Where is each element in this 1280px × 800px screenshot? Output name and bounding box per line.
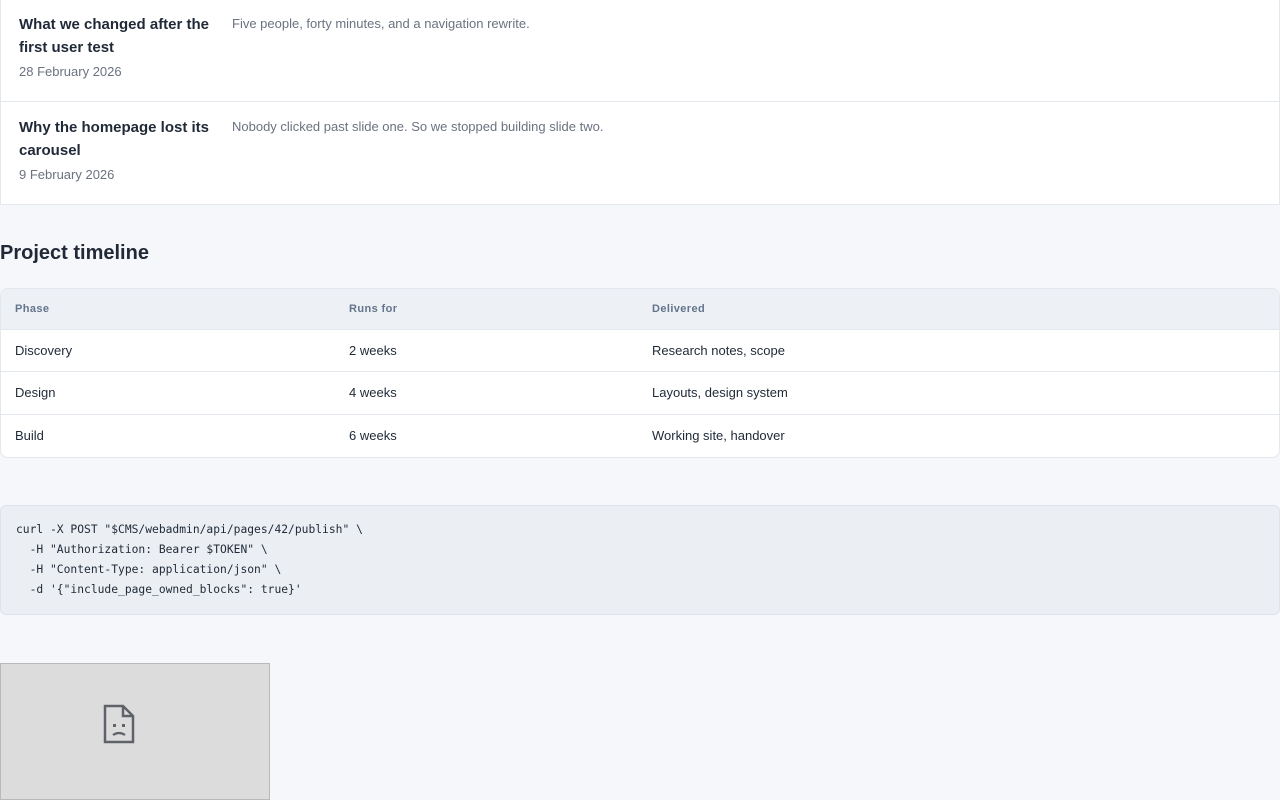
- post-excerpt: Five people, forty minutes, and a naviga…: [232, 16, 530, 31]
- table-row: Design 4 weeks Layouts, design system: [1, 371, 1279, 415]
- post-excerpt: Nobody clicked past slide one. So we sto…: [232, 119, 604, 134]
- table-row: Discovery 2 weeks Research notes, scope: [1, 329, 1279, 372]
- section-title: Project timeline: [0, 242, 149, 264]
- code-line: curl -X POST "$CMS/webadmin/api/pages/42…: [16, 523, 363, 536]
- table-cell: 2 weeks: [335, 329, 638, 372]
- page: What we changed after the first user tes…: [0, 0, 1280, 800]
- post-date: 28 February 2026: [19, 64, 122, 79]
- table-row: Build 6 weeks Working site, handover: [1, 414, 1279, 457]
- post-title-link[interactable]: Why the homepage lost its carousel: [19, 116, 232, 162]
- table-cell: Working site, handover: [652, 428, 785, 443]
- timeline-table: Phase Runs for Delivered Discovery 2 wee…: [0, 288, 1280, 458]
- post-meta: What we changed after the first user tes…: [19, 13, 232, 101]
- table-cell: Build: [15, 428, 44, 443]
- post-meta: Why the homepage lost its carousel 9 Feb…: [19, 116, 232, 204]
- code-line: -H "Authorization: Bearer $TOKEN" \: [16, 543, 268, 556]
- column-header-runs-for: Runs for: [335, 289, 638, 330]
- post-list: What we changed after the first user tes…: [0, 0, 1280, 205]
- code-block: curl -X POST "$CMS/webadmin/api/pages/42…: [0, 505, 1280, 615]
- table-cell: Design: [1, 371, 335, 415]
- code-line: -d '{"include_page_owned_blocks": true}': [16, 583, 302, 596]
- table-cell: Discovery: [1, 329, 335, 372]
- column-header-delivered: Delivered: [638, 289, 1279, 330]
- table-cell: Layouts, design system: [638, 371, 1279, 415]
- table-cell: 6 weeks: [349, 428, 397, 443]
- table-header-row: Phase Runs for Delivered: [1, 289, 1279, 330]
- table-cell: 4 weeks: [335, 371, 638, 415]
- image-placeholder: [0, 663, 270, 800]
- post-list-item: What we changed after the first user tes…: [1, 0, 1279, 101]
- broken-image-icon: [103, 704, 135, 744]
- column-header-phase: Phase: [1, 289, 335, 330]
- table-cell: Research notes, scope: [638, 329, 1279, 372]
- post-title-link[interactable]: What we changed after the first user tes…: [19, 13, 232, 59]
- post-date: 9 February 2026: [19, 167, 115, 182]
- code-line: -H "Content-Type: application/json" \: [16, 563, 282, 576]
- post-list-item: Why the homepage lost its carousel 9 Feb…: [1, 101, 1279, 204]
